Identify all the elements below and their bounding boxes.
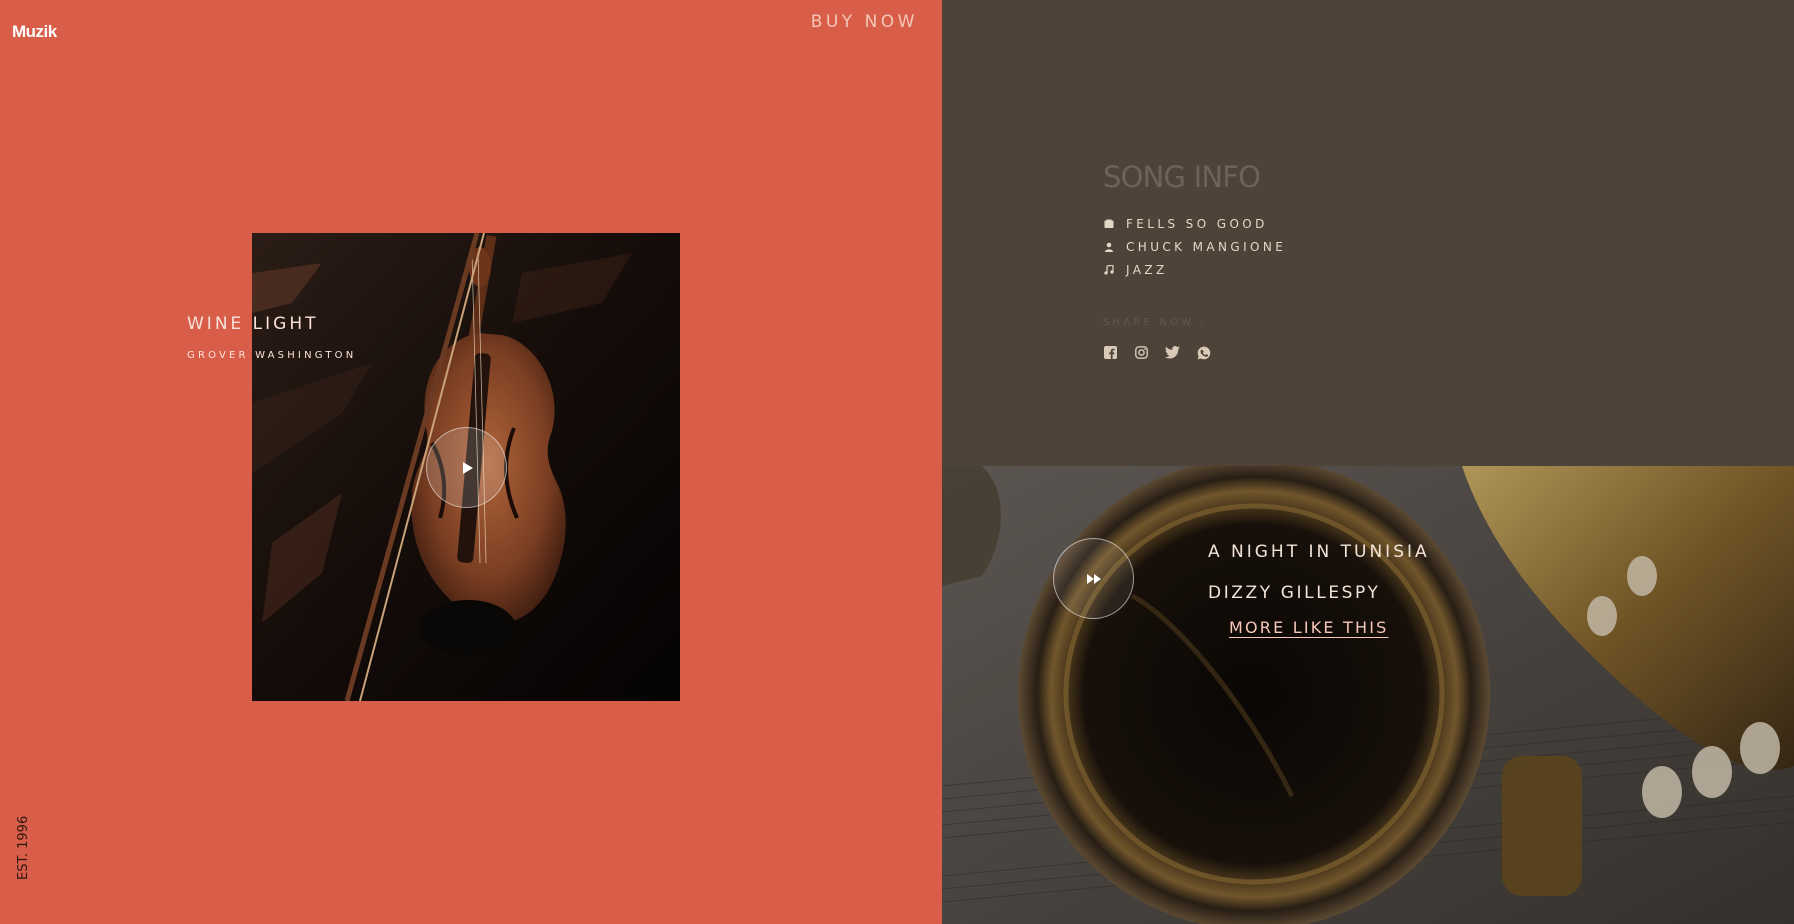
facebook-icon[interactable] (1103, 345, 1118, 360)
info-row-artist: CHUCK MANGIONE (1103, 240, 1286, 254)
left-panel: Muzik BUY NOW WINE LIGHT GROVER WASHINGT… (0, 0, 942, 924)
fast-forward-icon (1086, 573, 1101, 584)
social-links (1103, 345, 1211, 360)
fast-forward-button[interactable] (1053, 538, 1134, 619)
twitter-icon[interactable] (1165, 345, 1180, 360)
album-icon (1103, 219, 1114, 230)
info-genre-text: JAZZ (1126, 263, 1168, 277)
featured-song-artist: GROVER WASHINGTON (187, 350, 357, 361)
music-note-icon (1103, 265, 1114, 276)
buy-now-button[interactable]: BUY NOW (811, 12, 918, 32)
play-button[interactable] (426, 427, 507, 508)
saxophone-image (942, 466, 1794, 924)
now-playing-title: A NIGHT IN TUNISIA (1208, 542, 1430, 562)
now-playing-artist: DIZZY GILLESPY (1208, 583, 1381, 603)
brand-logo[interactable]: Muzik (12, 22, 57, 42)
info-artist-text: CHUCK MANGIONE (1126, 240, 1287, 254)
established-label: EST. 1996 (16, 816, 36, 900)
person-icon (1103, 242, 1114, 253)
info-album-text: FELLS SO GOOD (1126, 217, 1268, 231)
instagram-icon[interactable] (1134, 345, 1149, 360)
featured-song-title: WINE LIGHT (187, 314, 319, 334)
now-playing-panel: A NIGHT IN TUNISIA DIZZY GILLESPY MORE L… (942, 466, 1794, 924)
song-info-heading: SONG INFO (1103, 160, 1261, 194)
song-info-panel: SONG INFO FELLS SO GOOD CHUCK MANGIONE J… (942, 0, 1794, 466)
established-text: EST. 1996 (16, 815, 31, 880)
play-icon (463, 461, 473, 474)
info-row-genre: JAZZ (1103, 263, 1168, 277)
whatsapp-icon[interactable] (1196, 345, 1211, 360)
share-label: SHARE NOW : (1103, 317, 1208, 328)
more-like-this-link[interactable]: MORE LIKE THIS (1229, 618, 1389, 637)
info-row-album: FELLS SO GOOD (1103, 217, 1268, 231)
